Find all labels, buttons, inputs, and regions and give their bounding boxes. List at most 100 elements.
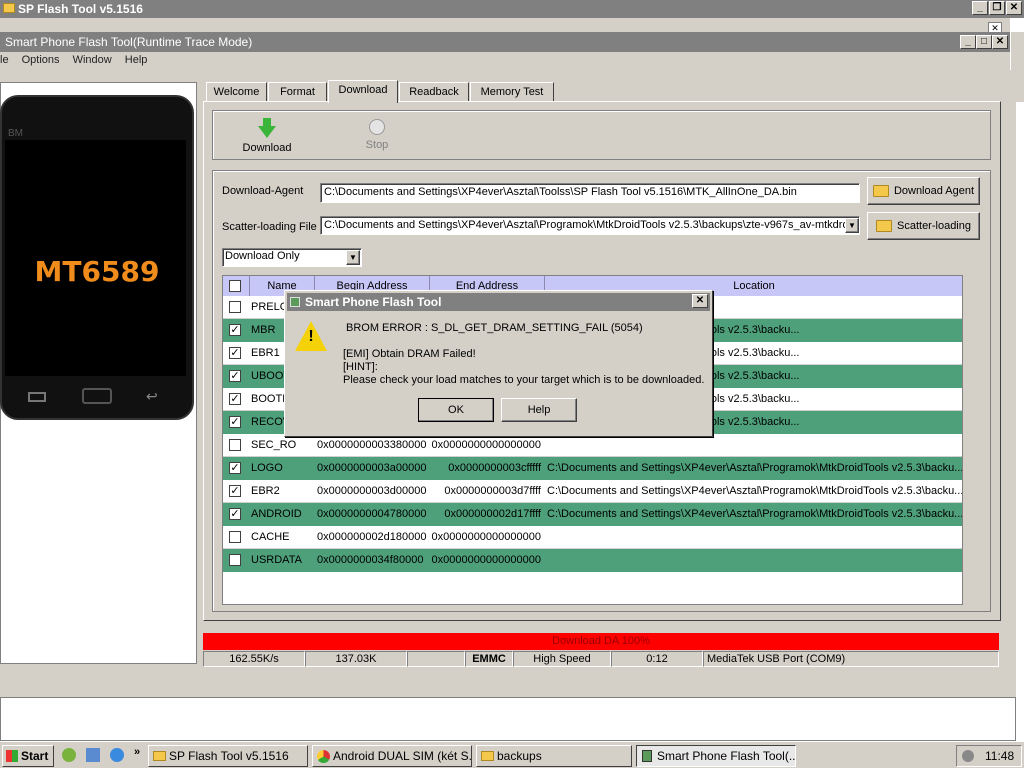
tray-icon[interactable] bbox=[962, 750, 974, 762]
ok-button[interactable]: OK bbox=[418, 398, 494, 422]
download-arrow-stem bbox=[263, 118, 271, 127]
tab-download[interactable]: Download bbox=[328, 80, 398, 103]
quicklaunch-more-icon[interactable]: » bbox=[134, 746, 140, 758]
folder-icon bbox=[153, 751, 166, 761]
menu-options[interactable]: Options bbox=[17, 52, 65, 68]
download-agent-button-label: Download Agent bbox=[893, 185, 975, 197]
scatter-label: Scatter-loading File bbox=[222, 221, 317, 233]
close-button[interactable]: ✕ bbox=[1006, 1, 1022, 15]
stop-icon bbox=[369, 119, 385, 135]
phone-model-label: MT6589 bbox=[34, 255, 160, 288]
download-agent-path[interactable]: C:\Documents and Settings\XP4ever\Asztal… bbox=[320, 183, 860, 203]
cell-location: C:\Documents and Settings\XP4ever\Asztal… bbox=[547, 485, 963, 497]
scatter-path-value: C:\Documents and Settings\XP4ever\Asztal… bbox=[324, 219, 857, 231]
status-time: 0:12 bbox=[611, 651, 703, 667]
download-agent-button[interactable]: Download Agent bbox=[867, 177, 980, 205]
start-button[interactable]: Start bbox=[2, 745, 54, 767]
chrome-icon bbox=[317, 750, 330, 763]
phone-brand: BM bbox=[8, 128, 23, 139]
dialog-close-button[interactable]: ✕ bbox=[692, 294, 708, 308]
menu-help[interactable]: Help bbox=[120, 52, 153, 68]
menu-file[interactable]: le bbox=[0, 52, 14, 68]
row-checkbox[interactable] bbox=[229, 554, 241, 566]
cell-location bbox=[545, 549, 962, 572]
table-row[interactable]: ✓ LOGO 0x0000000003a00000 0x0000000003cffff… bbox=[223, 457, 962, 480]
folder-icon bbox=[876, 220, 892, 233]
row-checkbox[interactable]: ✓ bbox=[229, 393, 241, 405]
table-row[interactable]: CACHE 0x000000002d180000 0x000000000000000… bbox=[223, 526, 962, 549]
task-chrome[interactable]: Android DUAL SIM (két S... bbox=[312, 745, 472, 767]
restore-button[interactable]: ❐ bbox=[989, 1, 1005, 15]
row-checkbox[interactable]: ✓ bbox=[229, 347, 241, 359]
log-area bbox=[0, 697, 1016, 741]
folder-icon bbox=[872, 185, 889, 198]
app-close-button[interactable]: ✕ bbox=[992, 35, 1008, 49]
row-checkbox[interactable]: ✓ bbox=[229, 324, 241, 336]
table-row[interactable]: ✓ EBR2 0x0000000003d00000 0x0000000003d7fff… bbox=[223, 480, 963, 503]
task-backups[interactable]: backups bbox=[476, 745, 632, 767]
row-checkbox[interactable]: ✓ bbox=[229, 462, 241, 474]
phone-menu-icon bbox=[28, 392, 46, 402]
row-checkbox[interactable]: ✓ bbox=[229, 370, 241, 382]
tab-readback[interactable]: Readback bbox=[399, 82, 469, 102]
table-row[interactable]: USRDATA 0x0000000034f80000 0x0000000000000… bbox=[223, 549, 962, 572]
task-smart-phone-flash-tool[interactable]: Smart Phone Flash Tool(... bbox=[636, 745, 796, 767]
row-checkbox[interactable] bbox=[229, 531, 241, 543]
cell-name: LOGO bbox=[251, 462, 283, 474]
table-row[interactable]: SEC_RO 0x0000000003380000 0x00000000000000… bbox=[223, 434, 962, 457]
cell-begin-address: 0x0000000034f80000 bbox=[317, 554, 424, 566]
download-arrow-icon bbox=[258, 126, 276, 138]
row-checkbox[interactable]: ✓ bbox=[229, 416, 241, 428]
download-agent-label: Download-Agent bbox=[222, 185, 304, 197]
minimize-button[interactable]: _ bbox=[972, 1, 988, 15]
error-dialog: Smart Phone Flash Tool ✕ ! BROM ERROR : … bbox=[284, 290, 713, 437]
menu-window[interactable]: Window bbox=[68, 52, 117, 68]
cell-end-address: 0x0000000003d7ffff bbox=[444, 485, 541, 497]
app-title: Smart Phone Flash Tool(Runtime Trace Mod… bbox=[5, 35, 253, 49]
app-icon bbox=[642, 750, 652, 762]
app-minimize-button[interactable]: _ bbox=[960, 35, 976, 49]
download-button[interactable]: Download bbox=[238, 116, 296, 156]
start-label: Start bbox=[21, 749, 49, 763]
row-checkbox[interactable]: ✓ bbox=[229, 485, 241, 497]
mode-select[interactable]: Download Only bbox=[222, 248, 362, 267]
row-checkbox[interactable] bbox=[229, 301, 241, 313]
quicklaunch-ie-icon[interactable] bbox=[110, 748, 124, 762]
scatter-path-select[interactable]: C:\Documents and Settings\XP4ever\Asztal… bbox=[320, 216, 860, 235]
phone-home-icon bbox=[82, 388, 112, 404]
tab-format[interactable]: Format bbox=[268, 82, 327, 102]
cell-name: USRDATA bbox=[251, 554, 302, 566]
task-sp-flash-tool[interactable]: SP Flash Tool v5.1516 bbox=[148, 745, 308, 767]
cell-end-address: 0x0000000003cfffff bbox=[448, 462, 541, 474]
cell-name: EBR2 bbox=[251, 485, 280, 497]
quicklaunch-utorrent-icon[interactable] bbox=[62, 748, 76, 762]
task-label: Android DUAL SIM (két S... bbox=[333, 749, 472, 763]
stop-button[interactable]: Stop bbox=[355, 116, 399, 156]
row-checkbox[interactable]: ✓ bbox=[229, 508, 241, 520]
chevron-down-icon[interactable]: ▼ bbox=[845, 218, 859, 233]
status-bar: 162.55K/s 137.03K EMMC High Speed 0:12 M… bbox=[203, 651, 999, 667]
app-titlebar: Smart Phone Flash Tool(Runtime Trace Mod… bbox=[0, 32, 1010, 52]
select-all-checkbox[interactable] bbox=[229, 280, 241, 292]
cell-begin-address: 0x0000000003380000 bbox=[317, 439, 427, 451]
taskbar: Start » SP Flash Tool v5.1516 Android DU… bbox=[0, 741, 1024, 768]
cell-location bbox=[545, 526, 962, 549]
table-row[interactable]: ✓ ANDROID 0x0000000004780000 0x000000002d17… bbox=[223, 503, 963, 526]
cell-location: C:\Documents and Settings\XP4ever\Asztal… bbox=[547, 508, 963, 520]
app-maximize-button[interactable]: □ bbox=[976, 35, 992, 49]
dialog-line-3: Please check your load matches to your t… bbox=[343, 374, 705, 386]
stop-label: Stop bbox=[365, 139, 389, 151]
scatter-loading-button-label: Scatter-loading bbox=[897, 220, 971, 232]
help-button[interactable]: Help bbox=[501, 398, 577, 422]
status-size: 137.03K bbox=[305, 651, 407, 667]
tab-welcome[interactable]: Welcome bbox=[206, 82, 267, 102]
cell-end-address: 0x0000000000000000 bbox=[431, 554, 541, 566]
quicklaunch-app-icon[interactable] bbox=[86, 748, 100, 762]
scatter-loading-button[interactable]: Scatter-loading bbox=[867, 212, 980, 240]
windows-logo-icon bbox=[6, 750, 18, 762]
folder-icon bbox=[3, 3, 15, 13]
tab-memory-test[interactable]: Memory Test bbox=[470, 82, 554, 102]
row-checkbox[interactable] bbox=[229, 439, 241, 451]
chevron-down-icon[interactable]: ▼ bbox=[346, 250, 360, 265]
phone-back-icon: ↩ bbox=[146, 388, 158, 404]
